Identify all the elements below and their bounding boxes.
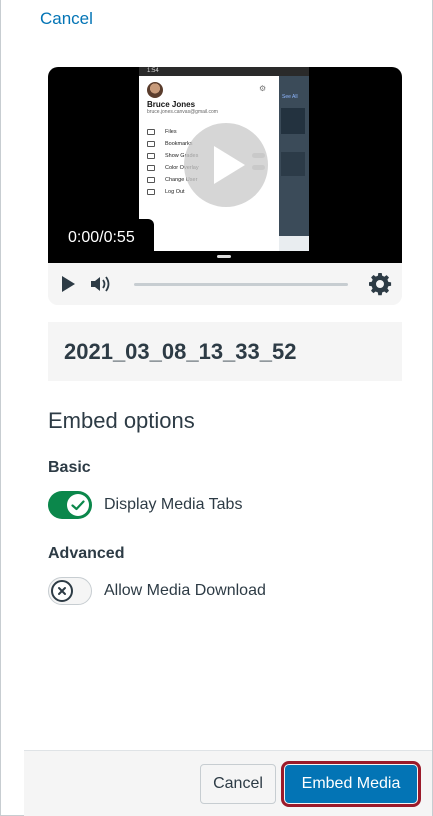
allow-media-download-label[interactable]: Allow Media Download (104, 582, 266, 600)
change-user-icon (147, 177, 155, 183)
embed-media-button[interactable]: Embed Media (281, 761, 421, 807)
basic-section-label: Basic (48, 459, 91, 476)
play-icon[interactable] (62, 276, 75, 292)
preview-footer (279, 236, 309, 251)
preview-thumbnail (281, 152, 305, 176)
gear-icon[interactable] (368, 272, 392, 296)
home-indicator (217, 255, 231, 258)
time-display: 0:00/0:55 (62, 219, 154, 263)
display-media-tabs-toggle[interactable] (48, 491, 92, 519)
display-media-tabs-label[interactable]: Display Media Tabs (104, 496, 242, 514)
toggle-knob (67, 494, 89, 516)
preview-user-email: bruce.jones.canvas@gmail.com (147, 109, 218, 115)
progress-track[interactable] (134, 283, 348, 286)
media-player: 1:54 ⚙ Bruce Jones bruce.jones.canvas@gm… (48, 67, 402, 305)
logout-icon (147, 189, 155, 195)
embed-options-heading: Embed options (48, 408, 195, 433)
folder-icon (147, 129, 155, 135)
preview-thumbnail (281, 108, 305, 134)
phone-background-panel: See All (279, 76, 309, 251)
cancel-button[interactable]: Cancel (200, 764, 276, 804)
video-area[interactable]: 1:54 ⚙ Bruce Jones bruce.jones.canvas@gm… (48, 67, 402, 263)
x-icon (58, 587, 66, 595)
phone-status-bar: 1:54 (139, 67, 309, 76)
grades-icon (147, 153, 155, 159)
preview-menu-item: Files (147, 126, 199, 138)
preview-menu-label: Log Out (165, 189, 185, 195)
cancel-link[interactable]: Cancel (40, 9, 93, 29)
volume-icon[interactable] (90, 275, 114, 293)
preview-menu-label: Files (165, 129, 177, 135)
play-icon (214, 146, 245, 184)
advanced-section-label: Advanced (48, 545, 125, 562)
checkmark-icon (71, 500, 85, 511)
phone-nav-bar (139, 251, 309, 263)
toggle-knob (51, 580, 73, 602)
bookmark-icon (147, 141, 155, 147)
allow-media-download-toggle[interactable] (48, 577, 92, 605)
gear-icon: ⚙ (259, 84, 267, 93)
media-title-box: 2021_03_08_13_33_52 (48, 322, 402, 381)
player-controls (48, 263, 402, 305)
play-overlay-button[interactable] (184, 123, 268, 207)
avatar (147, 82, 163, 98)
media-title: 2021_03_08_13_33_52 (64, 339, 297, 364)
color-overlay-icon (147, 165, 155, 171)
preview-user-name: Bruce Jones (147, 100, 196, 109)
preview-see-all: See All (282, 94, 298, 100)
